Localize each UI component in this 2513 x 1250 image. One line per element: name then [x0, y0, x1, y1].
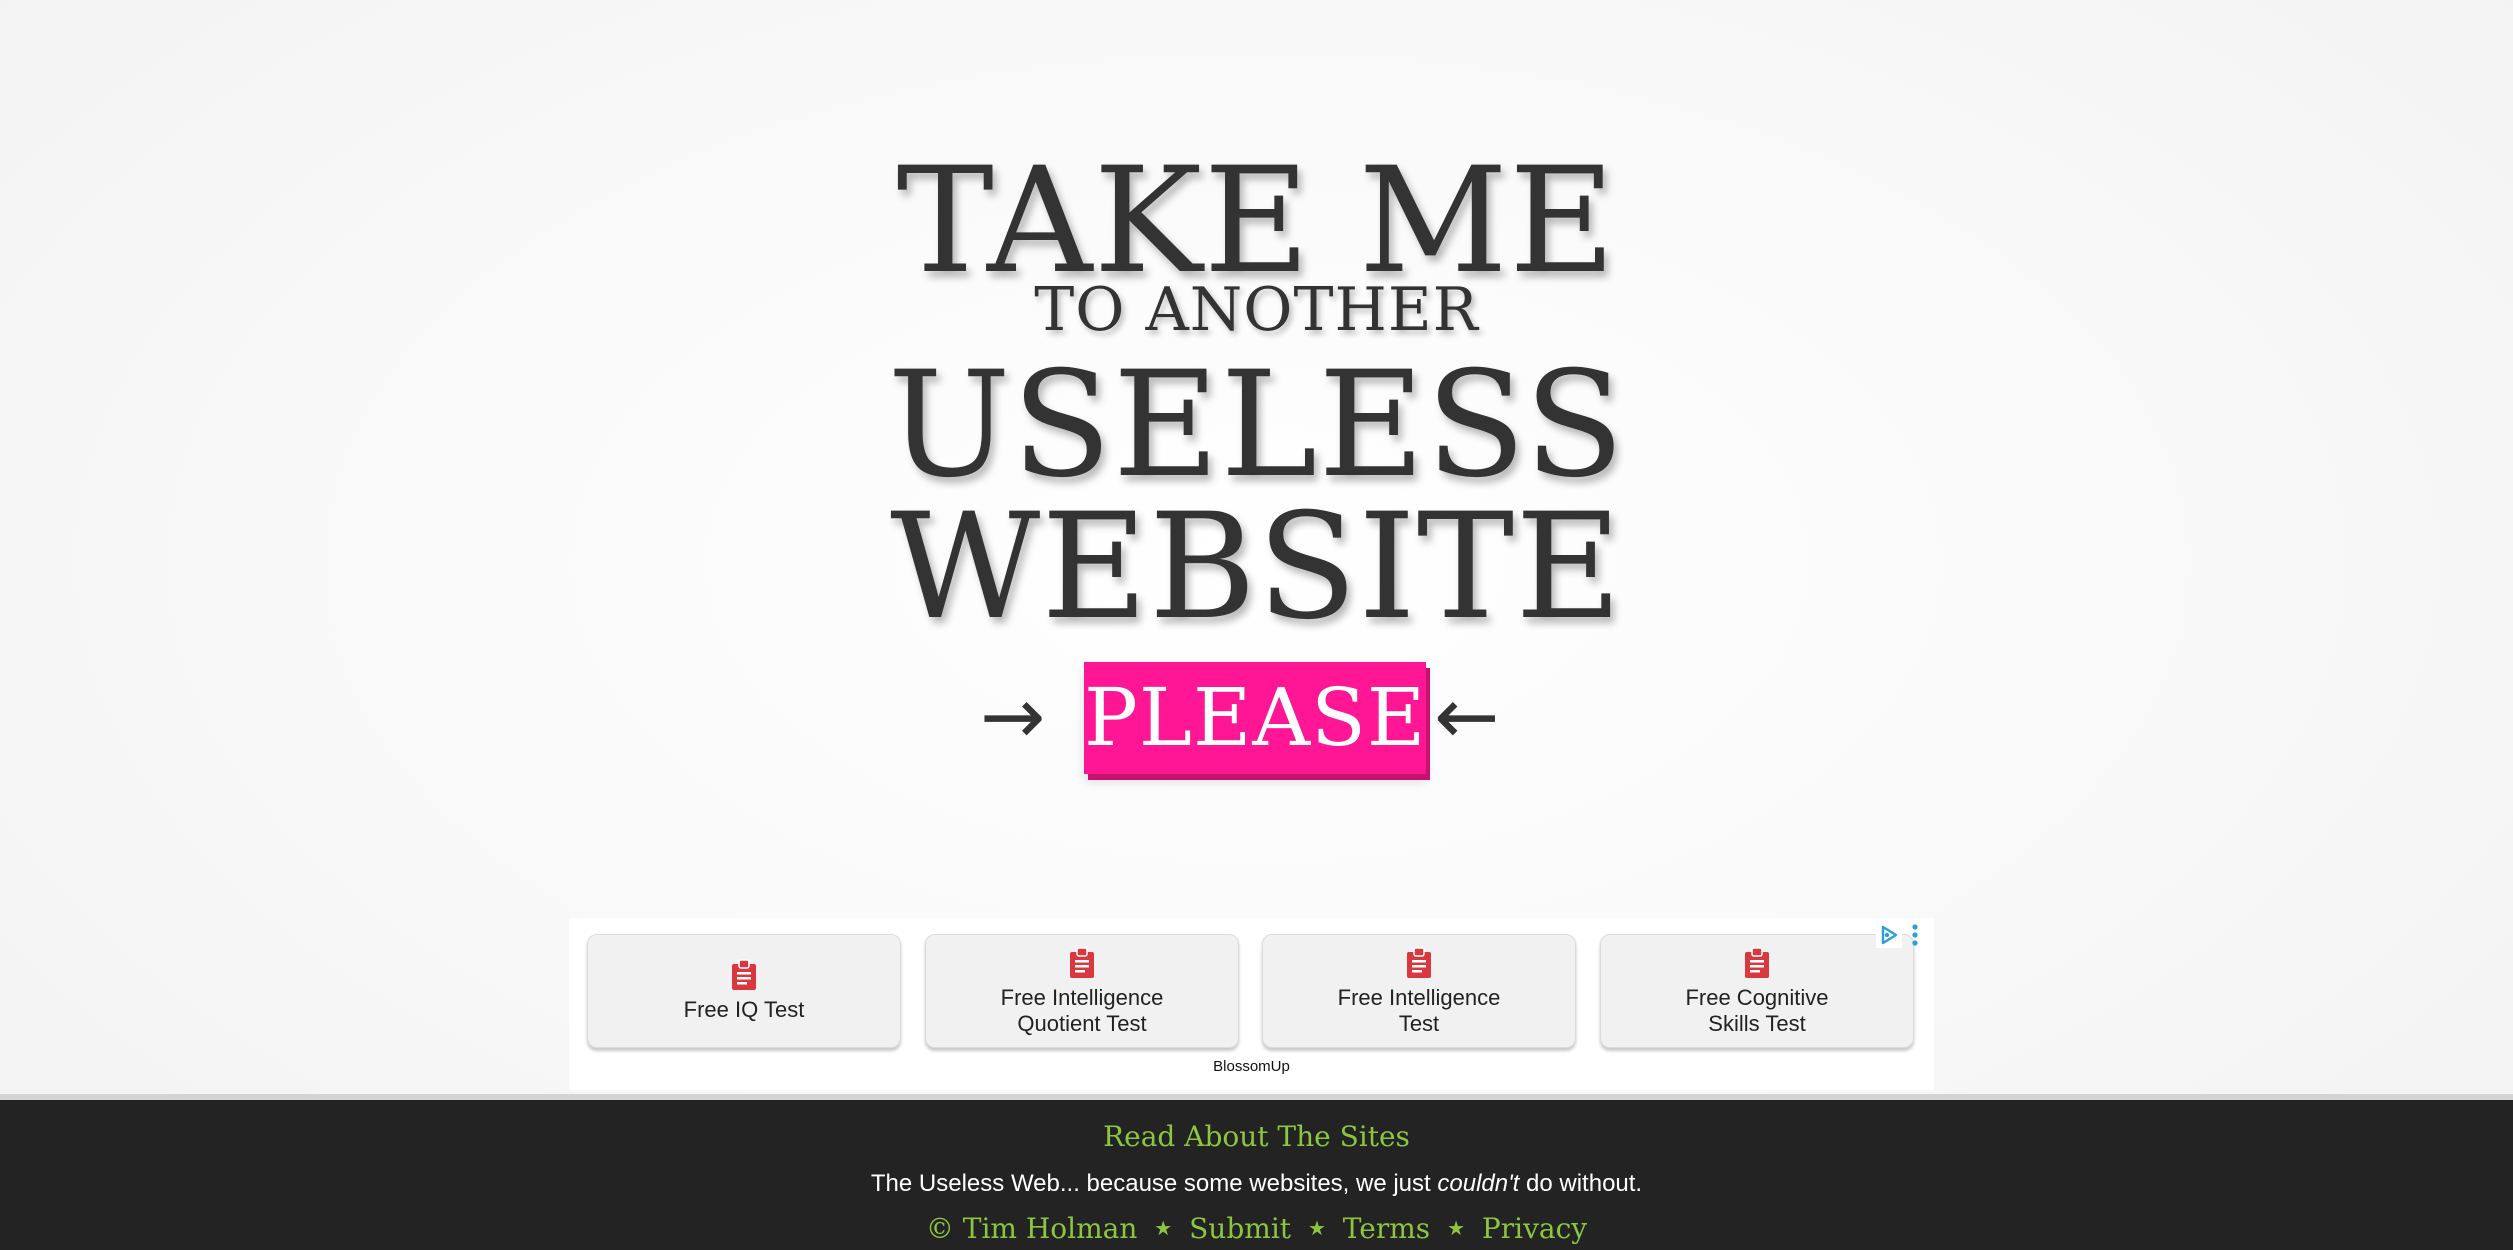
ad-card-label-line2: Quotient Test — [1017, 1011, 1147, 1036]
arrow-right-icon: → — [980, 672, 1046, 762]
ad-card-label-line1: Free Intelligence — [1000, 985, 1164, 1010]
clipboard-icon — [1070, 947, 1094, 978]
hero-line-useless: USELESS — [887, 340, 1626, 510]
ad-card-label-line2: Skills Test — [1708, 1011, 1806, 1036]
ad-card-label-line1: Free Intelligence — [1337, 985, 1501, 1010]
ad-card-label-line2: Test — [1398, 1011, 1440, 1036]
ad-card-label-line1: Free IQ Test — [683, 997, 805, 1022]
author-link[interactable]: Tim Holman — [963, 1212, 1138, 1245]
star-separator-icon: ★ — [1447, 1216, 1466, 1240]
ad-card-label-line1: Free Cognitive — [1685, 985, 1829, 1010]
terms-link[interactable]: Terms — [1343, 1212, 1430, 1245]
please-row: → PLEASE ← — [0, 660, 2513, 780]
hero-line-to-another: TO ANOTHER — [1034, 275, 1479, 345]
ad-card-free-intelligence-test[interactable]: Free Intelligence Test — [1262, 934, 1576, 1048]
more-options-icon[interactable] — [1909, 922, 1921, 948]
hero-line-take-me: TAKE ME — [896, 136, 1617, 306]
submit-link[interactable]: Submit — [1189, 1212, 1291, 1245]
privacy-link[interactable]: Privacy — [1482, 1212, 1587, 1245]
tagline-text-start: The Useless Web... because some websites… — [870, 1170, 1438, 1197]
adchoices-icon[interactable] — [1876, 922, 1902, 948]
clipboard-icon — [1407, 947, 1431, 978]
ad-card-label: Free Cognitive Skills Test — [1601, 985, 1913, 1037]
read-about-sites-link[interactable]: Read About The Sites — [0, 1120, 2513, 1153]
tagline-text-end: do without. — [1519, 1170, 1643, 1197]
please-button[interactable]: PLEASE — [1084, 662, 1426, 774]
arrow-left-icon: ← — [1434, 672, 1500, 762]
ad-card-label: Free Intelligence Test — [1263, 985, 1575, 1037]
hero-line-website: WEBSITE — [890, 482, 1623, 652]
tagline-emphasis: couldn't — [1437, 1170, 1520, 1197]
footer: Read About The Sites The Useless Web... … — [0, 1100, 2513, 1250]
star-separator-icon: ★ — [1307, 1216, 1326, 1240]
copyright-symbol: © — [925, 1212, 954, 1245]
ad-unit: Free IQ Test Free Intelligence Quotient … — [569, 918, 1934, 1090]
ad-card-free-intelligence-quotient-test[interactable]: Free Intelligence Quotient Test — [925, 934, 1239, 1048]
ad-source-label: BlossomUp — [1213, 1058, 1290, 1075]
star-separator-icon: ★ — [1154, 1216, 1173, 1240]
clipboard-icon — [1745, 947, 1769, 978]
ad-card-free-iq-test[interactable]: Free IQ Test — [587, 934, 901, 1048]
footer-tagline: The Useless Web... because some websites… — [0, 1170, 2513, 1198]
ad-card-free-cognitive-skills-test[interactable]: Free Cognitive Skills Test — [1600, 934, 1914, 1048]
ad-card-label: Free Intelligence Quotient Test — [926, 985, 1238, 1037]
clipboard-icon — [732, 959, 756, 990]
footer-links: © Tim Holman ★ Submit ★ Terms ★ Privacy — [0, 1212, 2513, 1245]
ad-card-label: Free IQ Test — [588, 997, 900, 1023]
